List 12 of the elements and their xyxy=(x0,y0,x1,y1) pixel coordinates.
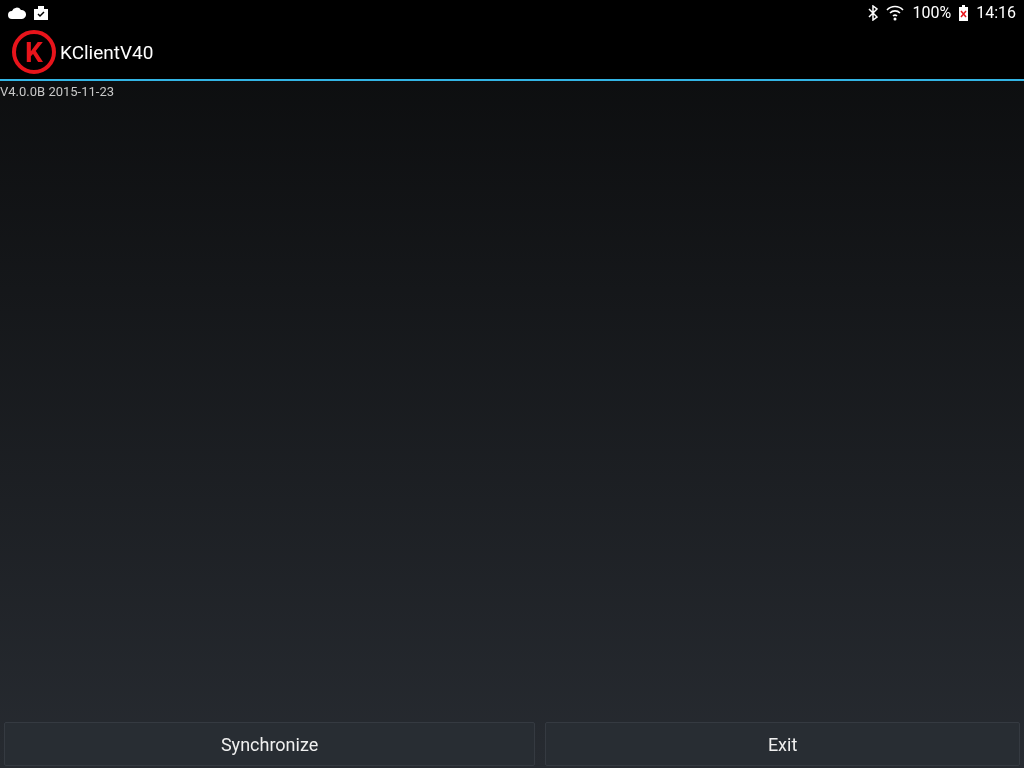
synchronize-button[interactable]: Synchronize xyxy=(4,722,536,766)
version-text: V4.0.0B 2015-11-23 xyxy=(0,83,114,99)
exit-button[interactable]: Exit xyxy=(545,722,1020,766)
wifi-icon xyxy=(886,4,905,21)
app-logo: K xyxy=(12,30,56,74)
cloud-icon xyxy=(8,6,26,19)
app-title: KClientV40 xyxy=(60,40,154,64)
clock-time: 14:16 xyxy=(976,3,1016,22)
battery-icon xyxy=(959,4,969,21)
bluetooth-icon xyxy=(868,4,879,21)
battery-percentage: 100% xyxy=(912,3,952,22)
clipboard-check-icon xyxy=(34,5,48,20)
